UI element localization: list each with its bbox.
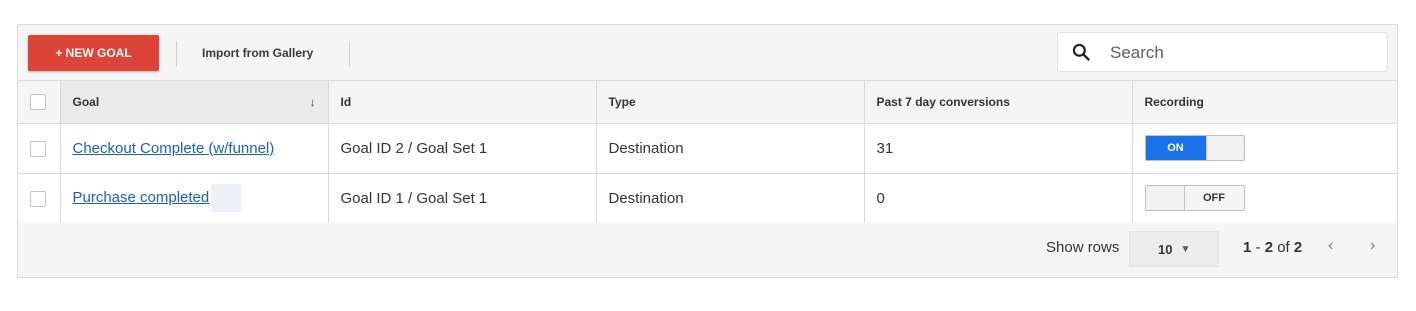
column-header-label: Goal bbox=[72, 94, 100, 109]
toggle-off-label: OFF bbox=[1183, 186, 1244, 210]
table-row: Checkout Complete (w/funnel) Goal ID 2 /… bbox=[18, 123, 1397, 174]
column-header-goal[interactable]: Goal ↓ bbox=[60, 81, 329, 124]
recording-toggle[interactable]: OFF bbox=[1144, 185, 1245, 211]
range-end: 2 bbox=[1264, 239, 1274, 256]
goals-panel: + NEW GOAL Import from Gallery Goal ↓ Id bbox=[17, 24, 1398, 278]
search-icon[interactable] bbox=[1071, 42, 1091, 62]
goal-cell: Checkout Complete (w/funnel) bbox=[60, 123, 329, 174]
column-header-label: Type bbox=[608, 94, 636, 109]
pagination-bar: Show rows 10 ▼ 1 - 2 of 2 ‹ › bbox=[18, 223, 1397, 277]
column-header-id[interactable]: Id bbox=[328, 81, 597, 124]
chevron-right-icon[interactable]: › bbox=[1370, 237, 1375, 255]
import-from-gallery-button[interactable]: Import from Gallery bbox=[202, 46, 313, 60]
table-header-row: Goal ↓ Id Type Past 7 day conversions Re… bbox=[18, 81, 1397, 124]
conversions-cell: 0 bbox=[864, 173, 1133, 224]
row-select-cell bbox=[18, 173, 61, 224]
type-cell: Destination bbox=[596, 123, 865, 174]
column-header-label: Recording bbox=[1144, 94, 1204, 109]
conversions-cell: 31 bbox=[864, 123, 1133, 174]
rows-per-page-select[interactable]: 10 ▼ bbox=[1129, 231, 1219, 267]
toolbar: + NEW GOAL Import from Gallery bbox=[18, 25, 1397, 81]
goal-cell: Purchase completed bbox=[60, 173, 329, 224]
range-of: of bbox=[1273, 239, 1294, 256]
range-total: 2 bbox=[1293, 239, 1303, 256]
row-checkbox[interactable] bbox=[30, 140, 46, 157]
id-cell: Goal ID 2 / Goal Set 1 bbox=[328, 123, 597, 174]
select-all-checkbox[interactable] bbox=[30, 93, 46, 110]
row-select-cell bbox=[18, 123, 61, 174]
toolbar-divider bbox=[349, 41, 350, 67]
range-separator: - bbox=[1251, 239, 1265, 256]
table-row: Purchase completed Goal ID 1 / Goal Set … bbox=[18, 173, 1397, 224]
toggle-knob bbox=[1145, 186, 1186, 210]
search-input[interactable] bbox=[1108, 41, 1372, 65]
search-box[interactable] bbox=[1057, 32, 1388, 72]
recording-cell: ON bbox=[1132, 123, 1397, 174]
select-all-cell bbox=[18, 81, 61, 124]
goals-table: Goal ↓ Id Type Past 7 day conversions Re… bbox=[18, 81, 1397, 224]
id-cell: Goal ID 1 / Goal Set 1 bbox=[328, 173, 597, 224]
redacted-area bbox=[211, 184, 242, 212]
toggle-knob bbox=[1205, 136, 1244, 160]
caret-down-icon: ▼ bbox=[1180, 243, 1191, 255]
goal-link[interactable]: Purchase completed bbox=[73, 189, 210, 206]
column-header-conversions[interactable]: Past 7 day conversions bbox=[864, 81, 1133, 124]
column-header-label: Id bbox=[340, 94, 352, 109]
toggle-on-label: ON bbox=[1145, 136, 1206, 160]
column-header-recording[interactable]: Recording bbox=[1132, 81, 1397, 124]
chevron-left-icon[interactable]: ‹ bbox=[1328, 237, 1333, 255]
goal-link[interactable]: Checkout Complete (w/funnel) bbox=[73, 140, 275, 157]
column-header-type[interactable]: Type bbox=[596, 81, 865, 124]
sort-descending-icon[interactable]: ↓ bbox=[310, 95, 316, 109]
new-goal-button[interactable]: + NEW GOAL bbox=[28, 35, 159, 71]
page-range: 1 - 2 of 2 bbox=[1243, 239, 1302, 256]
show-rows-label: Show rows bbox=[1046, 239, 1120, 256]
row-checkbox[interactable] bbox=[30, 190, 46, 207]
recording-cell: OFF bbox=[1132, 173, 1397, 224]
toolbar-divider bbox=[176, 41, 177, 67]
recording-toggle[interactable]: ON bbox=[1144, 135, 1245, 161]
column-header-label: Past 7 day conversions bbox=[876, 94, 1010, 109]
rows-per-page-value: 10 bbox=[1158, 241, 1173, 257]
type-cell: Destination bbox=[596, 173, 865, 224]
